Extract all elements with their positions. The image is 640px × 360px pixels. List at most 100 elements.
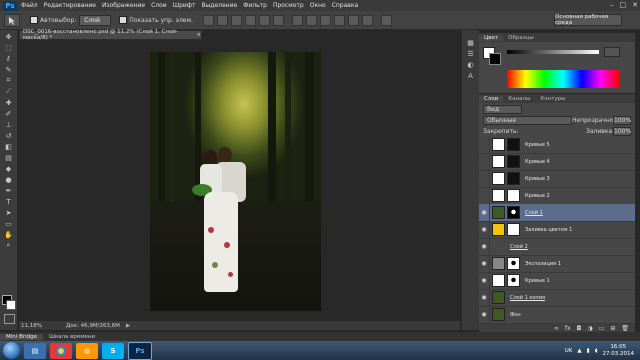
move-tool-icon[interactable]: ✥ [3,32,14,41]
align-bottom-icon[interactable] [230,14,242,26]
menu-view[interactable]: Просмотр [273,2,304,9]
tab-channels[interactable]: Каналы [503,96,535,102]
tab-swatches[interactable]: Образцы [503,35,539,41]
layer-row[interactable]: ◉ Заливка цветом 1 [479,221,635,239]
layer-row[interactable]: ◉ Кривые 1 [479,272,635,290]
layer-row[interactable]: Кривые 2 [479,187,635,205]
hand-tool-icon[interactable]: ✋ [3,230,14,239]
color-value-field[interactable] [604,47,620,57]
new-adjustment-icon[interactable]: ◑ [587,325,592,332]
photoshop-taskbar-icon[interactable]: Ps [128,341,152,360]
tab-mini-bridge[interactable]: Mini Bridge [0,334,43,340]
browser-taskbar-icon[interactable]: ◍ [76,342,98,359]
background-color-swatch[interactable] [6,300,16,310]
menu-layers[interactable]: Слои [151,2,167,9]
quick-mask-icon[interactable] [4,314,15,324]
eraser-tool-icon[interactable]: ◧ [3,142,14,151]
path-select-tool-icon[interactable]: ➤ [3,208,14,217]
link-layers-icon[interactable]: ∞ [554,325,559,332]
distribute-bottom-icon[interactable] [319,14,331,26]
visibility-toggle[interactable] [479,187,490,204]
visibility-toggle[interactable] [479,153,490,170]
workspace-switcher[interactable]: Основная рабочая среда [554,14,622,26]
blend-mode-dropdown[interactable]: Обычные [483,116,572,125]
distribute-left-icon[interactable] [333,14,345,26]
zoom-tool-icon[interactable]: ⌕ [3,241,14,250]
visibility-eye-icon[interactable]: ◉ [479,272,490,289]
layer-row[interactable]: Кривые 5 [479,136,635,154]
layer-row[interactable]: ◉ Экспозиция 1 [479,255,635,273]
fill-field[interactable]: 100% [613,127,631,136]
maximize-button[interactable]: □ [620,1,627,9]
status-menu-arrow-icon[interactable]: ▶ [126,323,130,329]
align-top-icon[interactable] [202,14,214,26]
new-layer-icon[interactable]: ⊞ [610,325,615,332]
volume-icon[interactable]: ◖ [595,348,598,354]
minimize-button[interactable]: – [610,1,614,9]
align-right-icon[interactable] [272,14,284,26]
network-icon[interactable]: ▮ [587,348,590,354]
align-center-icon[interactable] [258,14,270,26]
shape-tool-icon[interactable]: ▭ [3,219,14,228]
visibility-toggle[interactable] [479,170,490,187]
layer-row[interactable]: Кривые 4 [479,153,635,171]
healing-brush-tool-icon[interactable]: ✚ [3,98,14,107]
layer-row[interactable]: ◉ Слой 2 [479,238,635,256]
menu-type[interactable]: Шрифт [173,2,196,9]
visibility-toggle[interactable] [479,136,490,153]
tab-timeline[interactable]: Шкала времени [43,334,101,340]
tab-color[interactable]: Цвет [479,34,504,41]
align-middle-icon[interactable] [216,14,228,26]
visibility-eye-icon[interactable]: ◉ [479,306,490,323]
eyedropper-tool-icon[interactable]: ⟋ [3,87,14,96]
fx-icon[interactable]: fx [565,325,571,332]
brush-tool-icon[interactable]: ✐ [3,109,14,118]
skype-taskbar-icon[interactable]: S [102,342,124,359]
gradient-tool-icon[interactable]: ▤ [3,153,14,162]
align-left-icon[interactable] [244,14,256,26]
language-indicator[interactable]: UK [565,348,573,354]
menu-help[interactable]: Справка [332,2,358,9]
layer-row[interactable]: ◉ Фон [479,306,635,324]
properties-panel-icon[interactable]: ☰ [465,49,476,58]
marquee-tool-icon[interactable]: ⬚ [3,43,14,52]
add-mask-icon[interactable]: ◘ [577,325,582,332]
menu-file[interactable]: Файл [21,2,38,9]
dodge-tool-icon[interactable]: ● [3,175,14,184]
chrome-taskbar-icon[interactable] [50,342,72,359]
clone-stamp-tool-icon[interactable]: ⊥ [3,120,14,129]
menu-filter[interactable]: Фильтр [243,2,267,9]
crop-tool-icon[interactable]: ⌗ [3,76,14,85]
color-spectrum[interactable] [507,70,619,88]
character-panel-icon[interactable]: A [465,71,476,80]
layer-row-selected[interactable]: ◉ Слой 1 [479,204,635,222]
blur-tool-icon[interactable]: ◆ [3,164,14,173]
menu-image[interactable]: Изображение [102,2,145,9]
opacity-field[interactable]: 100% [613,116,631,125]
adjustments-panel-icon[interactable]: ◐ [465,60,476,69]
start-button[interactable] [3,342,20,359]
move-tool-preset[interactable] [4,13,20,27]
distribute-right-icon[interactable] [361,14,373,26]
layer-row[interactable]: ◉ Слой 1 копия [479,289,635,307]
distribute-top-icon[interactable] [291,14,303,26]
color-slider[interactable] [507,50,599,54]
clock[interactable]: 16:05 27.03.2014 [603,344,635,358]
tray-arrow-icon[interactable]: ▲ [577,348,581,354]
show-controls-checkbox[interactable] [119,16,128,24]
menu-edit[interactable]: Редактирование [44,2,96,9]
autoselect-dropdown[interactable]: Слой [79,14,112,26]
autoselect-checkbox[interactable] [30,16,38,24]
tab-layers[interactable]: Слои [479,95,504,102]
visibility-eye-icon[interactable]: ◉ [479,238,490,255]
zoom-level[interactable]: 11,18% [21,323,42,329]
pen-tool-icon[interactable]: ✒ [3,186,14,195]
auto-align-icon[interactable] [380,14,392,26]
new-group-icon[interactable]: ▭ [599,325,605,332]
distribute-middle-icon[interactable] [305,14,317,26]
close-document-icon[interactable]: × [196,32,201,38]
visibility-eye-icon[interactable]: ◉ [479,289,490,306]
close-window-button[interactable]: ✕ [632,1,638,9]
quick-select-tool-icon[interactable]: ✎ [3,65,14,74]
layer-kind-filter[interactable]: Вид [483,105,522,114]
